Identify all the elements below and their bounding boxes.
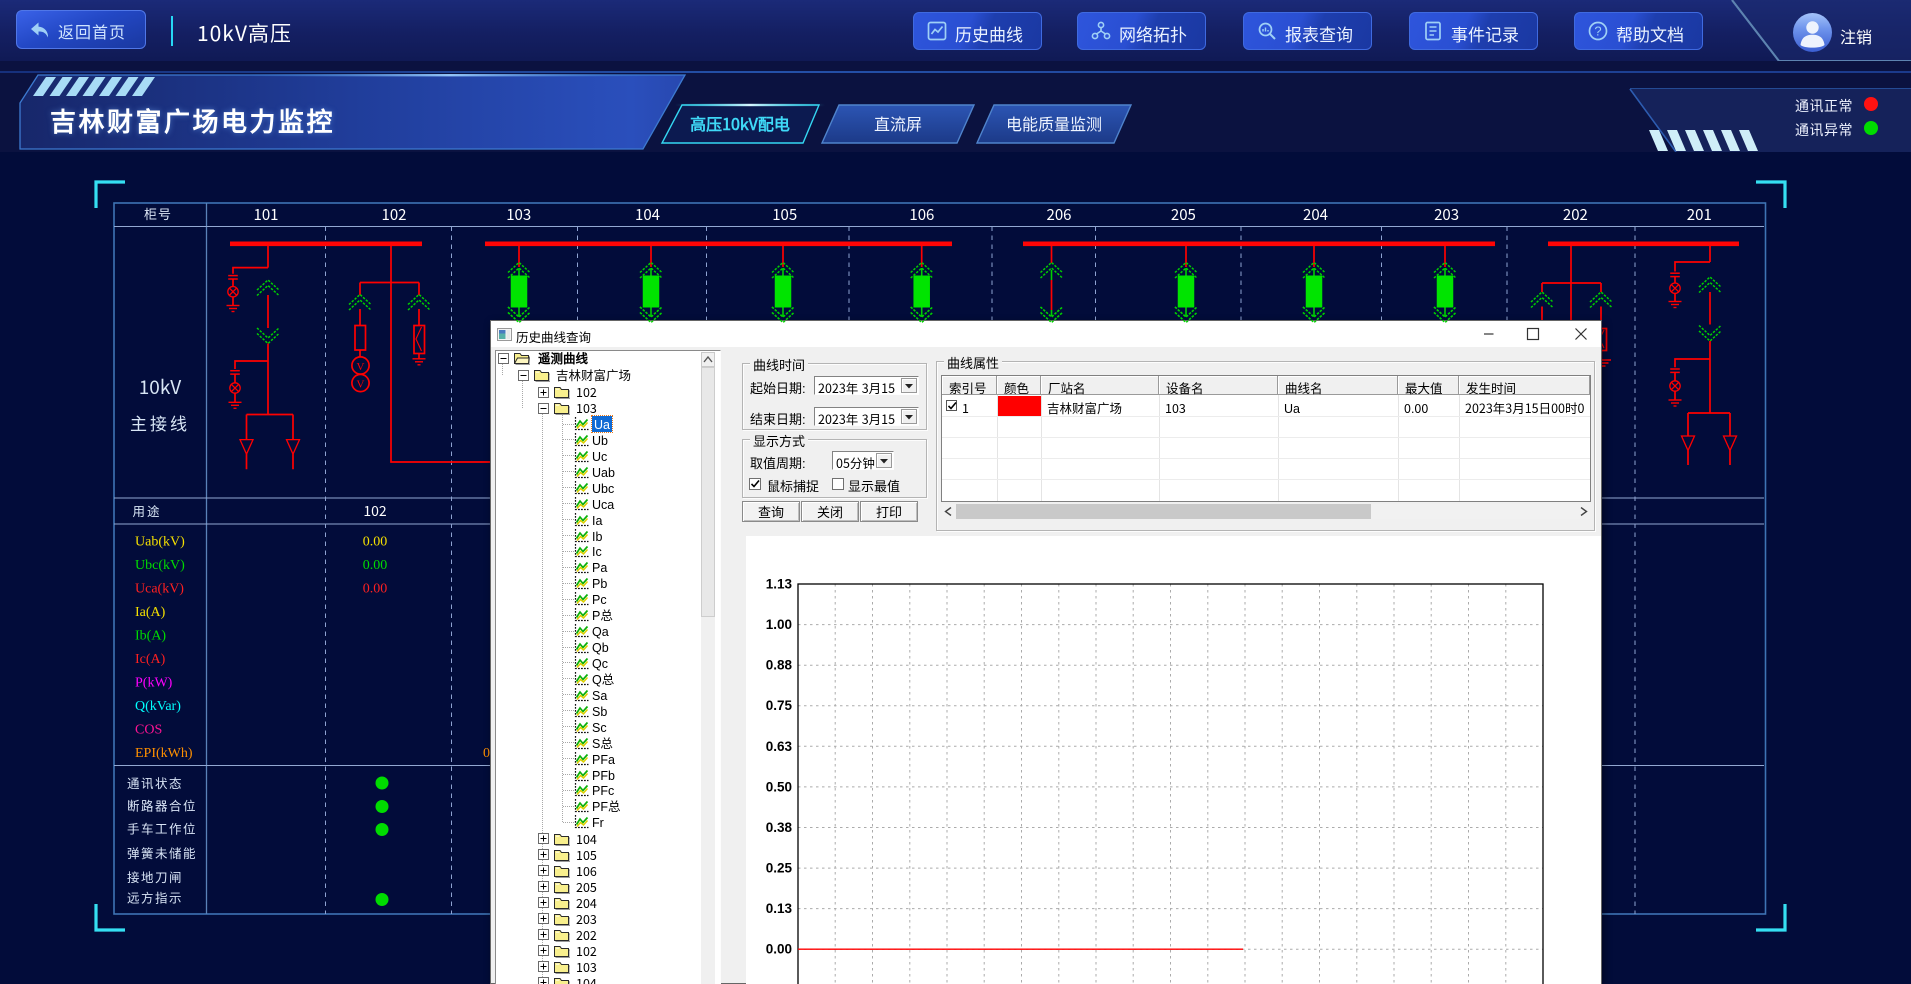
svg-text:EPI(kWh): EPI(kWh) xyxy=(135,746,193,761)
svg-text:0.50: 0.50 xyxy=(766,779,792,794)
svg-text:Uab(kV): Uab(kV) xyxy=(135,535,185,550)
svg-text:202: 202 xyxy=(1563,204,1588,225)
svg-text:接地刀闸: 接地刀闸 xyxy=(127,867,183,886)
svg-text:1.00: 1.00 xyxy=(766,617,792,632)
svg-text:通讯状态: 通讯状态 xyxy=(127,773,183,792)
svg-text:柜号: 柜号 xyxy=(144,204,172,223)
svg-text:0.88: 0.88 xyxy=(766,658,793,673)
svg-text:0.63: 0.63 xyxy=(766,739,793,754)
svg-text:0.00: 0.00 xyxy=(363,582,388,597)
svg-text:用途: 用途 xyxy=(132,501,161,520)
svg-text:Ubc(kV): Ubc(kV) xyxy=(135,558,185,573)
svg-text:COS: COS xyxy=(135,723,162,738)
svg-text:105: 105 xyxy=(772,204,797,225)
svg-text:0.38: 0.38 xyxy=(766,820,793,835)
svg-text:103: 103 xyxy=(506,204,531,225)
svg-text:0.00: 0.00 xyxy=(766,942,792,957)
svg-text:101: 101 xyxy=(254,204,279,225)
svg-text:手车工作位: 手车工作位 xyxy=(127,819,197,838)
svg-text:Uca(kV): Uca(kV) xyxy=(135,582,184,597)
svg-text:0.25: 0.25 xyxy=(766,861,793,876)
svg-text:205: 205 xyxy=(1171,204,1196,225)
svg-text:206: 206 xyxy=(1047,204,1072,225)
svg-text:Ib(A): Ib(A) xyxy=(135,629,166,644)
svg-text:201: 201 xyxy=(1687,204,1712,225)
svg-text:0.00: 0.00 xyxy=(363,558,388,573)
svg-text:106: 106 xyxy=(909,204,934,225)
svg-text:Ic(A): Ic(A) xyxy=(135,652,166,667)
svg-text:104: 104 xyxy=(635,204,660,225)
svg-text:102: 102 xyxy=(363,501,387,521)
svg-text:0.00: 0.00 xyxy=(363,535,388,550)
svg-text:1.13: 1.13 xyxy=(766,577,793,592)
svg-text:203: 203 xyxy=(1434,204,1459,225)
svg-text:断路器合位: 断路器合位 xyxy=(127,795,197,814)
svg-text:V: V xyxy=(357,379,365,391)
svg-text:10kV: 10kV xyxy=(139,373,182,400)
svg-text:P(kW): P(kW) xyxy=(135,676,173,691)
svg-text:204: 204 xyxy=(1303,204,1328,225)
svg-text:Ia(A): Ia(A) xyxy=(135,605,166,620)
svg-text:0.75: 0.75 xyxy=(766,698,793,713)
svg-text:主接线: 主接线 xyxy=(130,410,190,435)
svg-text:V: V xyxy=(357,361,365,373)
svg-text:Q(kVar): Q(kVar) xyxy=(135,699,181,714)
svg-text:102: 102 xyxy=(382,204,407,225)
svg-text:远方指示: 远方指示 xyxy=(127,888,183,907)
svg-text:0.13: 0.13 xyxy=(766,901,793,916)
svg-text:弹簧未储能: 弹簧未储能 xyxy=(127,843,197,862)
